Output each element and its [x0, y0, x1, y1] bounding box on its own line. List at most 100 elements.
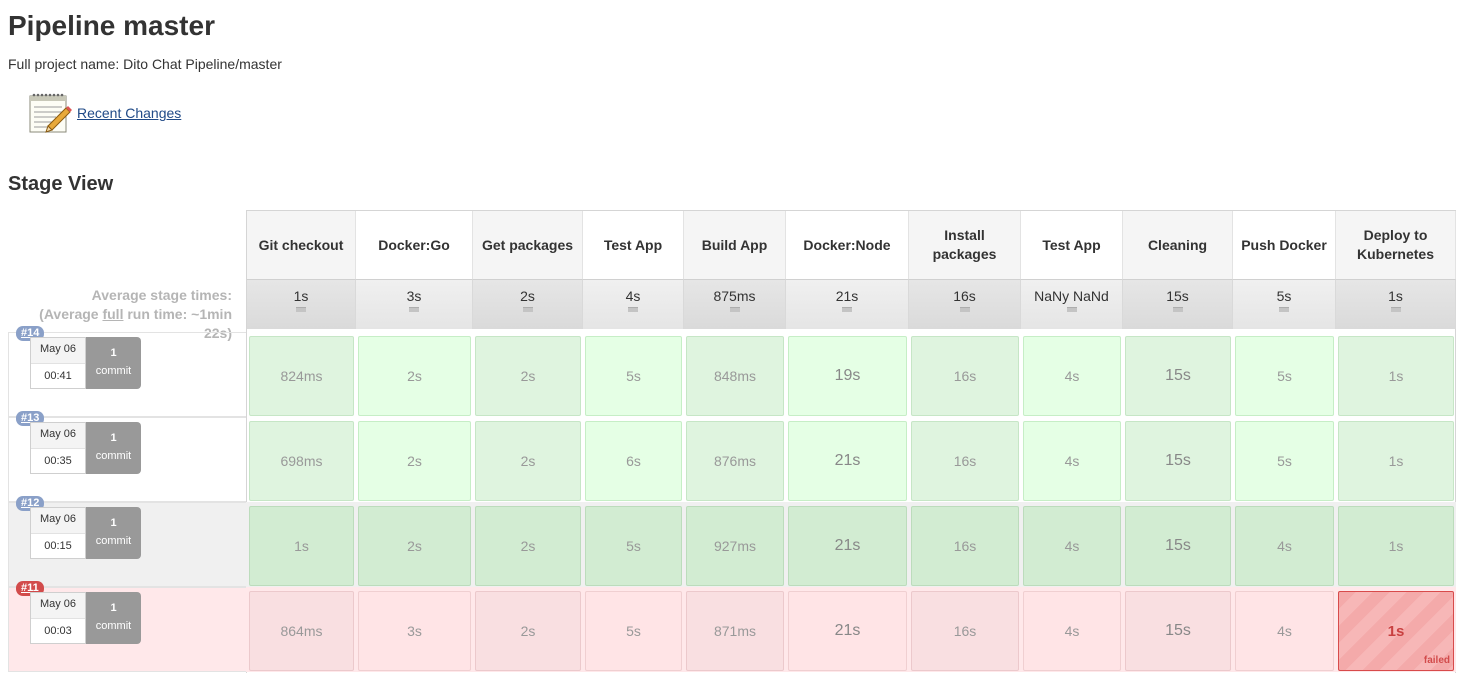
average-bar-marker — [409, 307, 419, 312]
stage-cell[interactable]: 2s — [475, 506, 581, 586]
stage-cell[interactable]: 5s — [1235, 421, 1334, 501]
run-row: #12 May 06 00:15 1 commit 1s 2s 2s 5s 927ms 21s 16s… — [8, 496, 1456, 587]
stage-cell[interactable]: 5s — [585, 591, 682, 671]
stage-cell[interactable]: 4s — [1235, 591, 1334, 671]
average-line-1: Average stage times: — [91, 287, 232, 303]
commit-label: commit — [95, 365, 132, 377]
stage-duration: 15s — [1165, 367, 1191, 384]
average-bar-marker — [1172, 307, 1183, 312]
stage-duration: 871ms — [713, 623, 757, 639]
stage-cell[interactable]: 927ms — [686, 506, 784, 586]
stage-duration: 876ms — [713, 453, 757, 469]
stage-cell[interactable]: 15s — [1125, 336, 1231, 416]
stage-duration: 2s — [407, 538, 422, 554]
commit-label: commit — [95, 620, 132, 632]
stage-cell[interactable]: 3s — [358, 591, 471, 671]
stage-cell[interactable]: 1s — [1338, 421, 1454, 501]
stage-cell[interactable]: 1s — [1338, 336, 1454, 416]
stage-cell[interactable]: 698ms — [249, 421, 354, 501]
stage-cell[interactable]: 4s — [1235, 506, 1334, 586]
commit-label: commit — [95, 535, 132, 547]
commit-count-button[interactable]: 1 commit — [86, 422, 141, 474]
stage-cell[interactable]: 4s — [1023, 336, 1121, 416]
stage-duration: 5s — [626, 623, 641, 639]
stage-average-time: 1s — [1336, 279, 1456, 329]
commit-count: 1 — [110, 347, 117, 359]
build-time: 00:15 — [44, 540, 72, 552]
stage-cell[interactable]: 16s — [911, 421, 1019, 501]
stage-header: Get packages — [473, 211, 583, 279]
average-full-link[interactable]: full — [102, 306, 123, 322]
stage-cell[interactable]: 5s — [585, 506, 682, 586]
stage-cell[interactable]: 19s — [788, 336, 907, 416]
stage-cell[interactable]: 876ms — [686, 421, 784, 501]
stage-cell[interactable]: 15s — [1125, 421, 1231, 501]
stage-cell[interactable]: 2s — [358, 336, 471, 416]
stage-cell[interactable]: 871ms — [686, 591, 784, 671]
average-line-2-suffix: run time: ~1min — [123, 306, 232, 322]
stage-header: Docker:Node — [786, 211, 909, 279]
stage-cell[interactable]: 824ms — [249, 336, 354, 416]
build-time: 00:03 — [44, 625, 72, 637]
stage-duration: 6s — [626, 453, 641, 469]
stage-duration: 5s — [1277, 453, 1292, 469]
stage-duration: 15s — [1165, 622, 1191, 639]
stage-duration: 16s — [953, 623, 977, 639]
stage-duration: 21s — [834, 622, 861, 639]
stage-cell[interactable]: 21s — [788, 506, 907, 586]
average-bar-marker — [842, 307, 852, 312]
stage-cell[interactable]: 864ms — [249, 591, 354, 671]
notepad-icon[interactable] — [26, 90, 72, 136]
commit-count: 1 — [110, 517, 117, 529]
stage-duration: 2s — [520, 368, 536, 384]
stage-duration: 4s — [1277, 538, 1292, 554]
stage-cell[interactable]: 4s — [1023, 591, 1121, 671]
page-title: Pipeline master — [8, 10, 215, 41]
stage-cell[interactable]: 2s — [475, 336, 581, 416]
build-time: 00:41 — [44, 370, 72, 382]
stage-cell[interactable]: 21s — [788, 591, 907, 671]
stage-cell-failed[interactable]: 1s failed — [1338, 591, 1454, 671]
stage-cell[interactable]: 1s — [249, 506, 354, 586]
stage-cell[interactable]: 4s — [1023, 506, 1121, 586]
build-date: May 06 — [31, 508, 85, 534]
run-row: #14 May 06 00:41 1 commit 824ms 2s 2s 5s 848ms 19s… — [8, 326, 1456, 417]
stage-cell[interactable]: 15s — [1125, 506, 1231, 586]
stage-header: Deploy to Kubernetes — [1336, 211, 1456, 279]
stage-cell[interactable]: 6s — [585, 421, 682, 501]
recent-changes-link[interactable]: Recent Changes — [77, 105, 181, 121]
failed-status-label: failed — [1423, 655, 1450, 666]
average-bar-marker — [729, 307, 740, 312]
stage-duration: 698ms — [280, 453, 323, 469]
average-bar-marker — [959, 307, 970, 312]
stage-cell[interactable]: 2s — [358, 506, 471, 586]
stage-cell[interactable]: 2s — [475, 591, 581, 671]
stage-header: Build App — [684, 211, 786, 279]
stage-cell[interactable]: 16s — [911, 591, 1019, 671]
stage-cell[interactable]: 848ms — [686, 336, 784, 416]
run-row: #13 May 06 00:35 1 commit 698ms 2s 2s 6s 876ms 21s… — [8, 411, 1456, 502]
stage-cell[interactable]: 21s — [788, 421, 907, 501]
average-time-value: 4s — [625, 288, 641, 304]
stage-duration: 4s — [1064, 453, 1080, 469]
stage-cell[interactable]: 16s — [911, 506, 1019, 586]
stage-duration: 824ms — [280, 368, 323, 384]
stage-cell[interactable]: 2s — [475, 421, 581, 501]
commit-count-button[interactable]: 1 commit — [86, 337, 141, 389]
build-datetime: May 06 00:35 — [30, 422, 86, 474]
stage-cell[interactable]: 5s — [1235, 336, 1334, 416]
commit-count-button[interactable]: 1 commit — [86, 507, 141, 559]
average-line-2: (Average full run time: ~1min — [8, 305, 232, 324]
stage-duration: 16s — [953, 453, 977, 469]
stage-duration: 848ms — [713, 368, 757, 384]
stage-duration: 1s — [1388, 538, 1404, 554]
stage-cell[interactable]: 2s — [358, 421, 471, 501]
stage-duration: 4s — [1064, 538, 1080, 554]
stage-cell[interactable]: 5s — [585, 336, 682, 416]
commit-count-button[interactable]: 1 commit — [86, 592, 141, 644]
stage-cell[interactable]: 15s — [1125, 591, 1231, 671]
stage-cell[interactable]: 1s — [1338, 506, 1454, 586]
commit-count: 1 — [110, 432, 117, 444]
stage-cell[interactable]: 16s — [911, 336, 1019, 416]
stage-cell[interactable]: 4s — [1023, 421, 1121, 501]
